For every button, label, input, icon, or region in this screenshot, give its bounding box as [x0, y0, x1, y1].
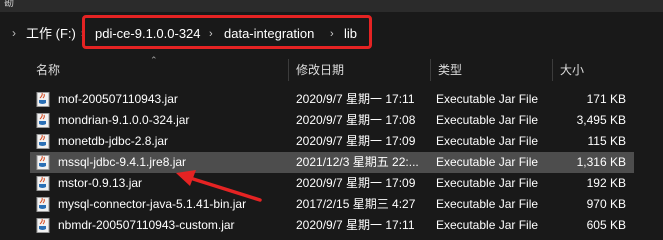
arrow-head: [176, 170, 196, 186]
annotation-arrow-icon: [176, 170, 262, 202]
arrow-shaft: [188, 176, 262, 202]
